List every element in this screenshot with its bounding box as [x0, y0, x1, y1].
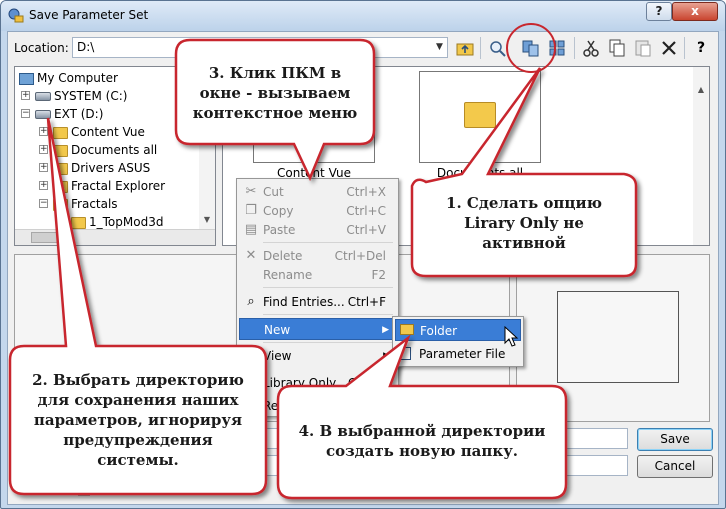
menu-item-refresh[interactable]: Refresh F5: [239, 395, 396, 417]
submenu-item-folder[interactable]: Folder: [395, 319, 521, 341]
callout-3-text: 3. Клик ПКМ в окне - вызываем контекстно…: [192, 64, 358, 122]
drive-icon: [35, 110, 51, 119]
title-bar: Save Parameter Set ? x: [1, 1, 725, 31]
save-button[interactable]: Save: [637, 428, 713, 451]
tree-item-system-c[interactable]: SYSTEM (C:): [35, 87, 127, 105]
folder-icon: [53, 180, 68, 193]
menu-item-rename[interactable]: Rename F2: [239, 264, 396, 286]
menu-separator: [263, 314, 393, 315]
submenu-arrow-icon: ▶: [382, 325, 389, 335]
copy-icon[interactable]: [606, 37, 628, 59]
close-button[interactable]: x: [672, 2, 718, 21]
folder-icon: [53, 144, 68, 157]
grid-view-icon[interactable]: [546, 37, 568, 59]
scroll-up-icon[interactable]: ▲: [693, 85, 709, 94]
computer-icon: [19, 72, 34, 85]
library-only-icon[interactable]: [520, 37, 542, 59]
folder-icon: [71, 216, 86, 229]
window-title: Save Parameter Set: [29, 8, 149, 22]
folder-icon: [53, 126, 68, 139]
files-vertical-scrollbar[interactable]: ▲: [693, 67, 709, 245]
paste-icon[interactable]: [632, 37, 654, 59]
help-caption-button[interactable]: ?: [646, 2, 672, 21]
callout-4-text: 4. В выбранной директории создать новую …: [298, 422, 546, 460]
cut-icon[interactable]: [580, 37, 602, 59]
menu-item-library-only[interactable]: Library Only Ctrl+L: [239, 372, 396, 394]
tree-expander-icon[interactable]: −: [39, 199, 48, 208]
menu-item-new[interactable]: New ▶: [239, 318, 396, 340]
cut-icon: ✂: [245, 184, 257, 199]
tree-expander-icon[interactable]: −: [21, 109, 30, 118]
toolbar-separator: [574, 37, 575, 59]
document-icon: [400, 347, 411, 360]
folder-icon: [464, 102, 496, 128]
find-icon: ⌕: [247, 294, 255, 309]
toolbar-separator: [684, 37, 685, 59]
folder-up-icon[interactable]: [454, 37, 476, 59]
scroll-down-icon[interactable]: ▼: [199, 215, 215, 224]
copy-icon: ❐: [245, 203, 257, 218]
toolbar-separator: [480, 37, 481, 59]
scroll-thumb[interactable]: [31, 232, 71, 243]
callout-1-text: 1. Сделать опцию Lirary Only не активной: [446, 194, 602, 252]
tree-item-drivers-asus[interactable]: Drivers ASUS: [53, 159, 150, 177]
tree-item-content-vue[interactable]: Content Vue: [53, 123, 145, 141]
delete-icon: ✕: [245, 248, 257, 263]
location-label: Location:: [14, 41, 69, 55]
tree-expander-icon[interactable]: +: [39, 127, 48, 136]
tree-horizontal-scrollbar[interactable]: [15, 229, 215, 245]
tree-expander-icon[interactable]: +: [39, 145, 48, 154]
tree-item-ext-d[interactable]: EXT (D:): [35, 105, 103, 123]
menu-separator: [263, 342, 393, 343]
location-value: D:\: [77, 40, 95, 54]
preview-panel: [516, 254, 710, 422]
drive-icon: [35, 92, 51, 101]
mouse-cursor-icon: [504, 325, 520, 348]
submenu-item-parameter-file[interactable]: Parameter File: [395, 343, 521, 365]
help-button[interactable]: ?: [690, 37, 712, 59]
tree-item-documents-all[interactable]: Documents all: [53, 141, 157, 159]
tree-item-fractal-explorer[interactable]: Fractal Explorer: [53, 177, 165, 195]
tree-expander-icon[interactable]: +: [39, 181, 48, 190]
preview-image: [557, 291, 679, 383]
file-thumb-documents-all[interactable]: [419, 71, 541, 163]
cancel-button[interactable]: Cancel: [637, 455, 713, 478]
menu-separator: [263, 242, 393, 243]
menu-separator: [263, 287, 393, 288]
delete-icon[interactable]: [658, 37, 680, 59]
file-label-documents-all: Documents all: [436, 166, 524, 180]
submenu-arrow-icon: ▶: [383, 351, 390, 361]
folder-icon: [53, 198, 68, 211]
location-input[interactable]: D:\: [72, 37, 448, 58]
menu-item-view[interactable]: View ▶: [239, 345, 396, 367]
find-icon[interactable]: [486, 37, 508, 59]
tree-item-my-computer[interactable]: My Computer: [19, 69, 118, 87]
tree-item-fractals[interactable]: Fractals: [53, 195, 118, 213]
app-icon: [7, 7, 25, 25]
tree-expander-icon[interactable]: +: [39, 163, 48, 172]
paste-icon: ▤: [244, 222, 258, 237]
tree-expander-icon[interactable]: +: [21, 91, 30, 100]
callout-2-text: 2. Выбрать директорию для сохранения наш…: [32, 371, 244, 469]
menu-item-paste[interactable]: ▤ Paste Ctrl+V: [239, 219, 396, 241]
folder-icon: [400, 324, 414, 335]
save-formulas-label: Save Formulas: [96, 483, 185, 497]
save-formulas-checkbox[interactable]: [78, 484, 90, 496]
menu-item-find-entries[interactable]: ⌕ Find Entries... Ctrl+F: [239, 291, 396, 313]
location-dropdown-icon[interactable]: ▼: [432, 38, 447, 57]
folder-icon: [53, 162, 68, 175]
